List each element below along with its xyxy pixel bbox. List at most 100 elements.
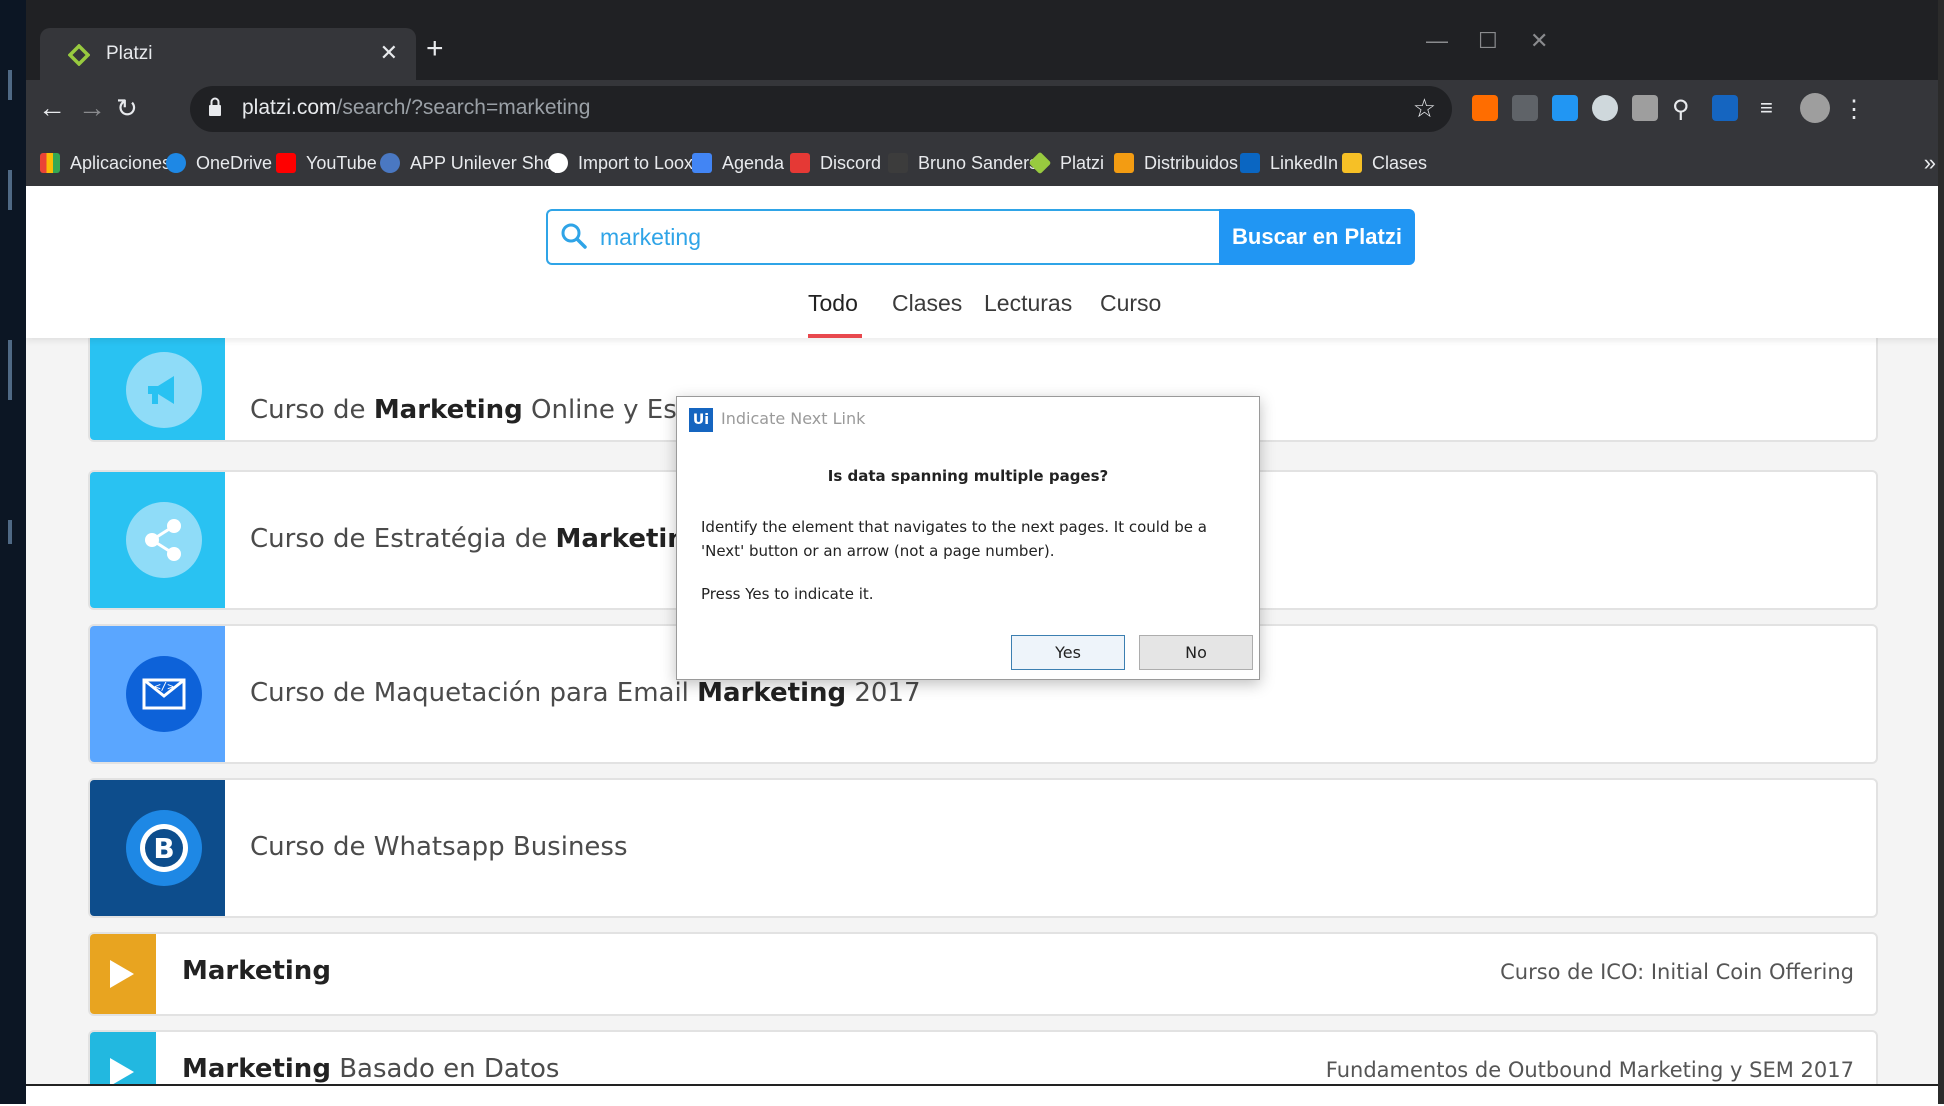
title-highlight: Marketing: [182, 1054, 331, 1084]
bookmark-youtube[interactable]: YouTube: [276, 153, 377, 174]
bookmark-label: Discord: [820, 153, 882, 173]
reload-icon[interactable]: ↻: [116, 94, 138, 122]
bookmark-label: LinkedIn: [1270, 153, 1339, 173]
class-course-name: Fundamentos de Outbound Marketing y SEM …: [1325, 1058, 1854, 1082]
megaphone-icon: [126, 352, 202, 428]
title-text: Curso de Estratégia de: [250, 524, 556, 554]
bookmarks-bar: Aplicaciones OneDrive YouTube APP Unilev…: [26, 140, 1938, 186]
search-button[interactable]: Buscar en Platzi: [1219, 209, 1415, 265]
calendar-icon: [692, 153, 712, 173]
class-card[interactable]: Marketing Curso de ICO: Initial Coin Off…: [88, 932, 1878, 1016]
extension-camera-icon[interactable]: [1632, 95, 1658, 121]
gear-icon: [380, 153, 400, 173]
title-highlight: Marketing: [373, 395, 523, 425]
distribuidos-icon: [1114, 153, 1134, 173]
class-card[interactable]: Marketing Basado en Datos Fundamentos de…: [88, 1030, 1878, 1084]
bookmark-distribuidos[interactable]: Distribuidos: [1114, 153, 1238, 174]
forward-icon[interactable]: →: [78, 94, 106, 122]
bookmark-clases[interactable]: Clases: [1342, 153, 1427, 174]
bookmark-label: OneDrive: [196, 153, 273, 173]
extension-search-icon[interactable]: ⚲: [1672, 95, 1698, 123]
extension-uipath-icon[interactable]: [1712, 95, 1738, 121]
linkedin-icon: [1240, 153, 1260, 173]
youtube-icon: [276, 153, 296, 173]
bookmark-label: Platzi: [1060, 153, 1105, 173]
tab-clases[interactable]: Clases: [892, 290, 962, 317]
bookmark-aplicaciones[interactable]: Aplicaciones: [40, 153, 171, 174]
bookmark-label: Distribuidos: [1144, 153, 1239, 173]
class-course-name: Curso de ICO: Initial Coin Offering: [1500, 960, 1854, 984]
bookmark-onedrive[interactable]: OneDrive: [166, 153, 272, 174]
bookmark-discord[interactable]: Discord: [790, 153, 881, 174]
course-card[interactable]: B Curso de Whatsapp Business: [88, 778, 1878, 918]
course-icon-panel: </>: [90, 626, 225, 762]
avatar[interactable]: [1800, 93, 1830, 123]
media-control-icon[interactable]: ≡: [1760, 95, 1786, 121]
platzi-favicon-icon: [67, 43, 91, 71]
browser-toolbar: ← → ↻ platzi.com/search/?search=marketin…: [26, 80, 1938, 140]
onedrive-icon: [166, 153, 186, 173]
browser-tab[interactable]: Platzi ✕: [40, 28, 416, 80]
bookmarks-overflow-icon[interactable]: »: [1924, 150, 1936, 176]
menu-icon[interactable]: ⋮: [1842, 95, 1868, 123]
minimize-icon[interactable]: —: [1426, 28, 1448, 54]
dialog-title: Indicate Next Link: [721, 409, 866, 428]
background-window-strip: [0, 0, 26, 1104]
email-code-icon: </>: [126, 656, 202, 732]
back-icon[interactable]: ←: [38, 94, 66, 122]
browser-frame: Platzi ✕ + — ☐ ✕ ← → ↻ platzi.com/search…: [26, 0, 1938, 186]
url-path: /search/?search=marketing: [336, 96, 591, 119]
new-tab-button[interactable]: +: [426, 34, 444, 64]
extension-r-icon[interactable]: [1472, 95, 1498, 121]
bookmark-agenda[interactable]: Agenda: [692, 153, 784, 174]
globe-icon: [548, 153, 568, 173]
bookmark-star-icon[interactable]: ☆: [1413, 93, 1436, 124]
title-highlight: Marketing: [182, 956, 331, 986]
bookmark-unilever[interactable]: APP Unilever Shop: [380, 153, 564, 174]
search-field[interactable]: [546, 209, 1219, 265]
bookmark-label: Import to Loox: [578, 153, 694, 173]
search-header: Buscar en Platzi Todo Clases Lecturas Cu…: [26, 186, 1938, 338]
no-button[interactable]: No: [1139, 635, 1253, 670]
tab-close-icon[interactable]: ✕: [380, 40, 398, 66]
class-title: Marketing: [182, 956, 331, 986]
bookmark-bruno-sanders[interactable]: Bruno Sanders: [888, 153, 1038, 174]
extension-circle-icon[interactable]: [1592, 95, 1618, 121]
class-title: Marketing Basado en Datos: [182, 1054, 559, 1084]
title-text: Curso de Whatsapp Business: [250, 832, 628, 862]
indicate-next-link-dialog: Ui Indicate Next Link Is data spanning m…: [676, 396, 1260, 680]
title-text: 2017: [846, 678, 921, 708]
dialog-instruction: Press Yes to indicate it.: [701, 585, 874, 603]
course-icon-panel: B: [90, 780, 225, 916]
search-icon: [560, 222, 588, 255]
tab-lecturas[interactable]: Lecturas: [984, 290, 1072, 317]
bookmark-label: Bruno Sanders: [918, 153, 1039, 173]
active-tab-indicator: [808, 334, 862, 338]
search-input[interactable]: [598, 221, 1202, 253]
close-window-icon[interactable]: ✕: [1530, 28, 1548, 54]
bookmark-label: Clases: [1372, 153, 1428, 173]
bookmark-label: YouTube: [306, 153, 377, 173]
course-title: Curso de Whatsapp Business: [250, 832, 628, 862]
lock-icon: [208, 97, 222, 122]
bookmark-platzi[interactable]: Platzi: [1028, 151, 1105, 175]
play-icon: [110, 1058, 134, 1084]
business-b-icon: B: [126, 810, 202, 886]
bookmark-loox[interactable]: Import to Loox: [548, 153, 693, 174]
tab-title: Platzi: [106, 43, 153, 64]
yes-button[interactable]: Yes: [1011, 635, 1125, 670]
extension-windows-icon[interactable]: [1552, 95, 1578, 121]
window-edge: [1938, 0, 1944, 1104]
url-host: platzi.com: [242, 96, 337, 119]
address-bar[interactable]: platzi.com/search/?search=marketing ☆: [190, 86, 1452, 132]
extension-lambda-icon[interactable]: [1512, 95, 1538, 121]
play-icon: [110, 960, 134, 988]
discord-icon: [790, 153, 810, 173]
platzi-icon: [1028, 151, 1052, 175]
window-bottom-edge: [26, 1084, 1938, 1106]
share-icon: [126, 502, 202, 578]
tab-curso[interactable]: Curso: [1100, 290, 1161, 317]
bookmark-linkedin[interactable]: LinkedIn: [1240, 153, 1338, 174]
maximize-icon[interactable]: ☐: [1478, 28, 1498, 54]
tab-todo[interactable]: Todo: [808, 290, 858, 317]
